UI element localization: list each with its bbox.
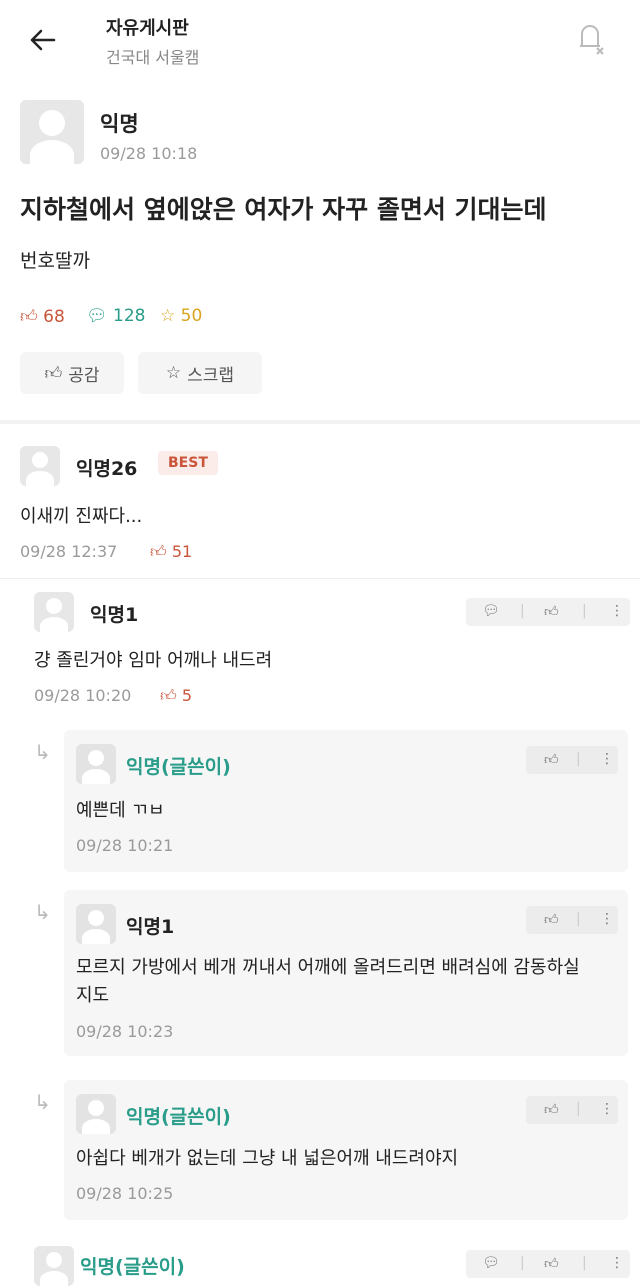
like-button[interactable]: 👍︎ 공감: [20, 352, 124, 394]
post-body: 번호딸까: [20, 250, 90, 272]
scrap-count-value: 50: [180, 306, 203, 326]
thumbs-up-icon[interactable]: 👍︎: [544, 911, 559, 928]
more-options-icon[interactable]: ⋮: [600, 911, 614, 927]
board-title: 자유게시판: [106, 18, 189, 39]
reply-like-count: 👍︎ 5: [160, 686, 192, 706]
scrap-button[interactable]: ☆ 스크랩: [138, 352, 262, 394]
more-options-icon[interactable]: ⋮: [610, 1255, 624, 1271]
avatar: [20, 446, 60, 486]
reply-like-value: 5: [181, 686, 193, 705]
comment-author: 익명26: [76, 458, 138, 480]
thumbs-up-icon[interactable]: 👍︎: [544, 603, 559, 620]
comment-bubble-icon[interactable]: 💬︎: [482, 603, 500, 619]
reply-author: 익명1: [90, 604, 139, 626]
comment-time: 09/28 12:37: [20, 542, 118, 561]
thumbs-up-icon: 👍︎: [44, 363, 63, 384]
reply-time: 09/28 10:23: [76, 1022, 174, 1041]
reply-arrow-icon: ↳: [34, 1090, 51, 1114]
reply-arrow-icon: ↳: [34, 900, 51, 924]
reply-actions: 👍︎ | ⋮: [526, 746, 618, 774]
comment-like-value: 51: [171, 542, 193, 561]
reply-time: 09/28 10:20: [34, 686, 132, 705]
more-options-icon[interactable]: ⋮: [600, 751, 614, 767]
post-author: 익명: [100, 112, 139, 136]
like-count: 👍︎ 68: [20, 306, 65, 327]
reply-actions: 👍︎ | ⋮: [526, 1096, 618, 1124]
scrap-button-label: 스크랩: [187, 365, 235, 386]
comment-bubble-icon: 💬︎: [86, 306, 108, 326]
avatar: [34, 1246, 74, 1286]
star-icon: ☆: [165, 363, 182, 383]
reply-box: 익명(글쓴이) 👍︎ | ⋮ 예쁜데 ㄲㅂ 09/28 10:21: [64, 730, 628, 872]
post-time: 09/28 10:18: [100, 144, 198, 163]
avatar: [34, 592, 74, 632]
avatar: [20, 100, 84, 164]
reply-author: 익명(글쓴이): [80, 1256, 185, 1278]
reply-author: 익명(글쓴이): [126, 1106, 231, 1128]
reply-author: 익명1: [126, 916, 175, 938]
reply-time: 09/28 10:25: [76, 1184, 174, 1203]
more-options-icon[interactable]: ⋮: [610, 603, 624, 619]
comment-count-value: 128: [113, 306, 146, 326]
avatar: [76, 744, 116, 784]
scrap-count: ☆ 50: [160, 306, 202, 326]
reply-actions: 💬︎ | 👍︎ | ⋮: [466, 598, 630, 626]
notification-off-icon[interactable]: [570, 18, 610, 58]
reply-text: 걍 졸린거야 임마 어깨나 내드려: [34, 650, 273, 671]
reply-text: 아쉽다 베개가 없는데 그냥 내 넓은어깨 내드려야지: [76, 1148, 459, 1169]
star-icon: ☆: [160, 306, 176, 326]
comment-count: 💬︎ 128: [86, 306, 145, 326]
thumbs-up-icon: 👍︎: [160, 686, 177, 705]
reply-box: 익명(글쓴이) 👍︎ | ⋮ 아쉽다 베개가 없는데 그냥 내 넓은어깨 내드려…: [64, 1080, 628, 1220]
back-arrow-icon[interactable]: [24, 22, 60, 58]
thumbs-up-icon: 👍︎: [20, 307, 38, 327]
like-button-label: 공감: [68, 365, 100, 386]
avatar: [76, 1094, 116, 1134]
thumbs-up-icon[interactable]: 👍︎: [544, 1255, 559, 1272]
thumbs-up-icon: 👍︎: [150, 542, 167, 561]
comment-text: 이새끼 진짜다...: [20, 506, 143, 527]
reply-time: 09/28 10:21: [76, 836, 174, 855]
avatar: [76, 904, 116, 944]
comment-bubble-icon[interactable]: 💬︎: [482, 1255, 500, 1271]
section-divider: [0, 420, 640, 424]
post-title: 지하철에서 옆에앉은 여자가 자꾸 졸면서 기대는데: [20, 195, 547, 224]
reply-author: 익명(글쓴이): [126, 756, 231, 778]
more-options-icon[interactable]: ⋮: [600, 1101, 614, 1117]
thumbs-up-icon[interactable]: 👍︎: [544, 1101, 559, 1118]
reply-box: 익명1 👍︎ | ⋮ 모르지 가방에서 베개 꺼내서 어깨에 올려드리면 배려심…: [64, 890, 628, 1056]
reply-arrow-icon: ↳: [34, 740, 51, 764]
reply-actions: 👍︎ | ⋮: [526, 906, 618, 934]
reply-text: 예쁜데 ㄲㅂ: [76, 800, 165, 821]
best-badge: BEST: [158, 451, 218, 475]
reply-text: 모르지 가방에서 베개 꺼내서 어깨에 올려드리면 배려심에 감동하실지도: [76, 957, 580, 1006]
board-subtitle: 건국대 서울캠: [106, 48, 200, 67]
thumbs-up-icon[interactable]: 👍︎: [544, 751, 559, 768]
reply-actions: 💬︎ | 👍︎ | ⋮: [466, 1250, 630, 1278]
like-count-value: 68: [43, 307, 65, 327]
divider: [0, 578, 640, 579]
comment-like-count: 👍︎ 51: [150, 542, 192, 562]
